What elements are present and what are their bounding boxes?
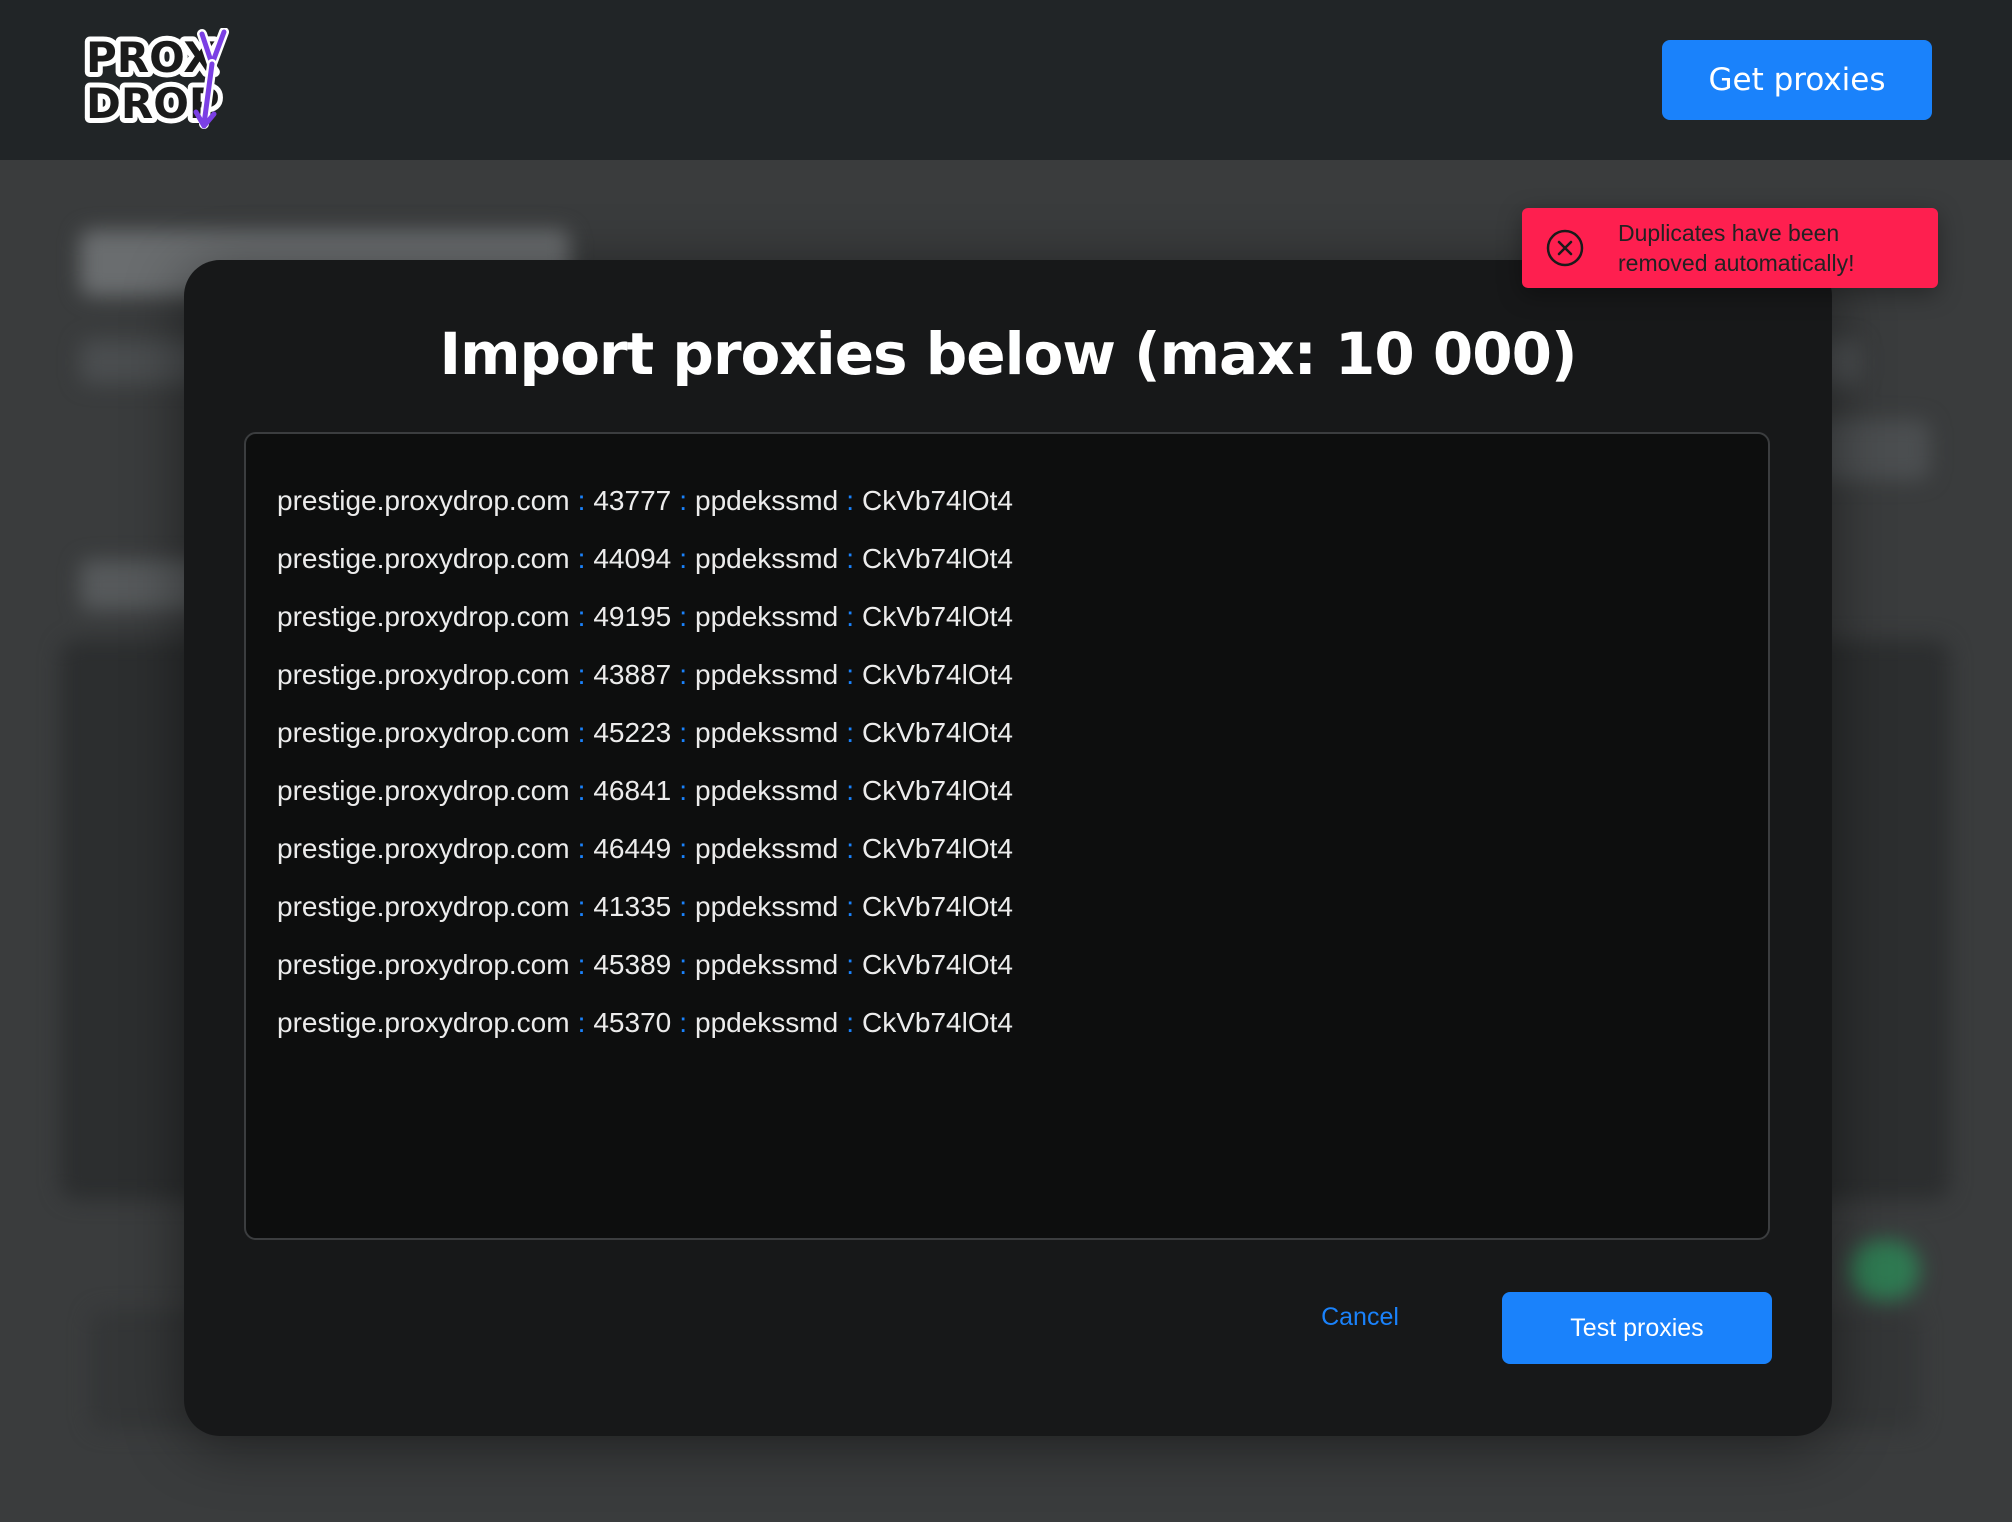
proxy-pass: CkVb74lOt4: [861, 833, 1013, 864]
proxy-host: prestige.proxydrop.com: [277, 949, 570, 980]
proxy-host: prestige.proxydrop.com: [277, 833, 570, 864]
proxy-separator: :: [846, 485, 854, 516]
cancel-button[interactable]: Cancel: [1292, 1292, 1428, 1342]
proxy-user: ppdekssmd: [695, 543, 839, 574]
proxy-pass: CkVb74lOt4: [861, 1007, 1013, 1038]
proxy-line: prestige.proxydrop.com:41335: ppdekssmd: C…: [277, 878, 1768, 936]
proxy-separator: :: [577, 485, 586, 516]
proxy-host: prestige.proxydrop.com: [277, 775, 570, 806]
proxy-separator: :: [846, 891, 854, 922]
proxy-user: ppdekssmd: [695, 659, 839, 690]
proxy-separator: :: [577, 1007, 586, 1038]
proxy-pass: CkVb74lOt4: [861, 891, 1013, 922]
proxy-host: prestige.proxydrop.com: [277, 485, 570, 516]
proxy-separator: :: [679, 1007, 688, 1038]
proxy-separator: :: [846, 717, 854, 748]
proxy-separator: :: [577, 775, 586, 806]
proxy-separator: :: [679, 485, 688, 516]
proxy-port: 45370: [593, 1007, 672, 1038]
proxy-port: 43777: [593, 485, 672, 516]
proxy-separator: :: [577, 717, 586, 748]
proxy-line: prestige.proxydrop.com:45223: ppdekssmd: C…: [277, 704, 1768, 762]
proxy-pass: CkVb74lOt4: [861, 485, 1013, 516]
proxy-user: ppdekssmd: [695, 717, 839, 748]
test-proxies-button[interactable]: Test proxies: [1502, 1292, 1772, 1364]
proxy-separator: :: [577, 601, 586, 632]
close-circle-icon[interactable]: [1544, 227, 1586, 269]
proxy-pass: CkVb74lOt4: [861, 775, 1013, 806]
proxy-host: prestige.proxydrop.com: [277, 601, 570, 632]
proxy-pass: CkVb74lOt4: [861, 659, 1013, 690]
top-bar: PROX DROP PROX DROP Get proxies: [0, 0, 2012, 160]
proxy-separator: :: [679, 543, 688, 574]
proxy-user: ppdekssmd: [695, 1007, 839, 1038]
proxy-host: prestige.proxydrop.com: [277, 543, 570, 574]
proxy-line: prestige.proxydrop.com:45370: ppdekssmd: C…: [277, 994, 1768, 1052]
proxy-separator: :: [679, 717, 688, 748]
proxy-port: 45389: [593, 949, 672, 980]
proxy-host: prestige.proxydrop.com: [277, 659, 570, 690]
proxy-separator: :: [846, 543, 854, 574]
proxy-separator: :: [679, 949, 688, 980]
proxy-line: prestige.proxydrop.com:43777: ppdekssmd: C…: [277, 472, 1768, 530]
proxy-separator: :: [679, 659, 688, 690]
proxy-separator: :: [679, 775, 688, 806]
proxy-port: 49195: [593, 601, 672, 632]
proxy-user: ppdekssmd: [695, 833, 839, 864]
proxy-separator: :: [846, 833, 854, 864]
proxy-separator: :: [679, 891, 688, 922]
proxy-pass: CkVb74lOt4: [861, 717, 1013, 748]
proxy-host: prestige.proxydrop.com: [277, 717, 570, 748]
proxy-separator: :: [577, 543, 586, 574]
proxy-port: 46841: [593, 775, 672, 806]
proxy-port: 45223: [593, 717, 672, 748]
proxy-user: ppdekssmd: [695, 601, 839, 632]
proxy-separator: :: [679, 833, 688, 864]
proxy-line: prestige.proxydrop.com:44094: ppdekssmd: C…: [277, 530, 1768, 588]
svg-text:PROX: PROX: [86, 33, 216, 82]
proxy-separator: :: [679, 601, 688, 632]
proxy-line: prestige.proxydrop.com:43887: ppdekssmd: C…: [277, 646, 1768, 704]
proxy-separator: :: [577, 659, 586, 690]
proxy-separator: :: [846, 601, 854, 632]
proxy-user: ppdekssmd: [695, 949, 839, 980]
proxydrop-logo[interactable]: PROX DROP PROX DROP: [80, 27, 232, 133]
error-toast: Duplicates have been removed automatical…: [1522, 208, 1938, 288]
proxy-host: prestige.proxydrop.com: [277, 891, 570, 922]
proxy-pass: CkVb74lOt4: [861, 601, 1013, 632]
proxy-separator: :: [846, 1007, 854, 1038]
proxy-user: ppdekssmd: [695, 891, 839, 922]
proxy-pass: CkVb74lOt4: [861, 543, 1013, 574]
proxy-separator: :: [577, 833, 586, 864]
toast-message: Duplicates have been removed automatical…: [1618, 220, 1855, 276]
proxy-user: ppdekssmd: [695, 775, 839, 806]
proxy-line: prestige.proxydrop.com:45389: ppdekssmd: C…: [277, 936, 1768, 994]
proxy-port: 46449: [593, 833, 672, 864]
proxy-separator: :: [577, 949, 586, 980]
proxy-host: prestige.proxydrop.com: [277, 1007, 570, 1038]
bg-status-placeholder: [1850, 1240, 1920, 1300]
proxy-port: 44094: [593, 543, 672, 574]
proxy-line: prestige.proxydrop.com:46841: ppdekssmd: C…: [277, 762, 1768, 820]
modal-title: Import proxies below (max: 10 000): [439, 320, 1578, 388]
proxy-separator: :: [846, 949, 854, 980]
proxy-port: 41335: [593, 891, 672, 922]
proxy-user: ppdekssmd: [695, 485, 839, 516]
proxy-line: prestige.proxydrop.com:49195: ppdekssmd: C…: [277, 588, 1768, 646]
proxy-port: 43887: [593, 659, 672, 690]
proxy-line: prestige.proxydrop.com:46449: ppdekssmd: C…: [277, 820, 1768, 878]
proxy-pass: CkVb74lOt4: [861, 949, 1013, 980]
import-proxies-modal: Import proxies below (max: 10 000) prest…: [184, 260, 1832, 1436]
proxy-input-textarea[interactable]: prestige.proxydrop.com:43777: ppdekssmd: C…: [244, 432, 1770, 1240]
proxy-separator: :: [577, 891, 586, 922]
proxy-separator: :: [846, 659, 854, 690]
get-proxies-button[interactable]: Get proxies: [1662, 40, 1932, 120]
proxy-separator: :: [846, 775, 854, 806]
